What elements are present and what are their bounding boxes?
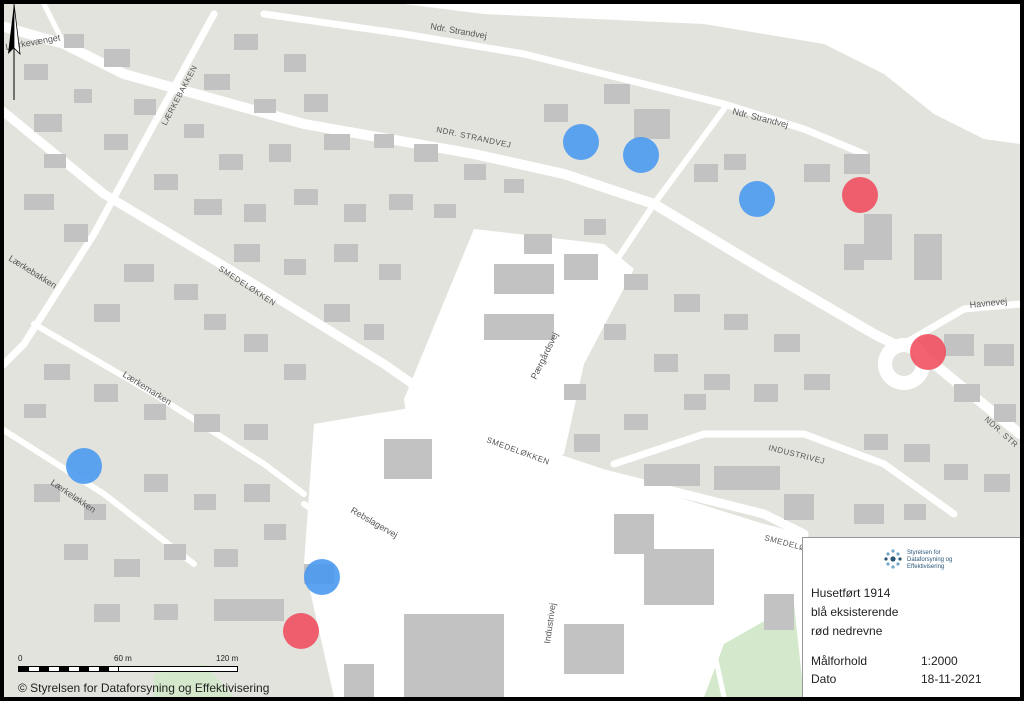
north-arrow-icon <box>8 4 21 100</box>
map-canvas[interactable]: Ndr. Strandvej Ndr. Strandvej NDR. STRAN… <box>4 4 1020 697</box>
map-frame: Ndr. Strandvej Ndr. Strandvej NDR. STRAN… <box>0 0 1024 701</box>
logo-line-3: Effektivisering <box>907 564 945 570</box>
logo-line-2: Dataforsyning og <box>907 557 953 563</box>
street-label-ndr-strandvej-right: Ndr. Strandvej <box>732 106 790 130</box>
marker-existing[interactable] <box>563 124 599 160</box>
date-value: 18-11-2021 <box>921 672 982 686</box>
street-label-laerkebakken: Lærkebakken <box>7 253 59 290</box>
marker-demolished[interactable] <box>910 334 946 370</box>
marker-existing[interactable] <box>66 448 102 484</box>
street-label-smedeloekken-upper: SMEDELØKKEN <box>217 264 278 308</box>
legend-panel: Styrelsen for Dataforsyning og Effektivi… <box>802 537 1020 697</box>
marker-demolished[interactable] <box>283 613 319 649</box>
road-laerkeloekken <box>4 426 197 567</box>
scale-bar: 0 60 m 120 m <box>18 654 248 684</box>
marker-existing[interactable] <box>623 137 659 173</box>
scale-label: Målforhold <box>811 654 868 668</box>
legend-line-1: Husetført 1914 <box>811 586 891 600</box>
copyright-text: © Styrelsen for Dataforsyning og Effekti… <box>18 681 270 695</box>
street-label-industrivej-caps: INDUSTRIVEJ <box>768 443 826 466</box>
scale-label-0: 0 <box>18 654 23 663</box>
agency-logo: Styrelsen for Dataforsyning og Effektivi… <box>883 546 993 576</box>
marker-existing[interactable] <box>739 181 775 217</box>
date-label: Dato <box>811 672 837 686</box>
scale-value: 1:2000 <box>921 654 958 668</box>
logo-text: Styrelsen for Dataforsyning og Effektivi… <box>907 550 952 571</box>
scale-label-60: 60 m <box>114 654 132 663</box>
street-label-laerkemarken: Lærkemarken <box>121 369 173 407</box>
marker-existing[interactable] <box>304 559 340 595</box>
scale-bar-segment-a <box>18 666 120 672</box>
logo-line-1: Styrelsen for <box>907 550 941 556</box>
scale-bar-segment-b <box>118 666 238 672</box>
scale-label-120: 120 m <box>216 654 239 663</box>
legend-line-3: rød nedrevne <box>811 624 883 638</box>
marker-demolished[interactable] <box>842 177 878 213</box>
crown-dots-icon <box>884 549 902 569</box>
legend-line-2: blå eksisterende <box>811 605 899 619</box>
